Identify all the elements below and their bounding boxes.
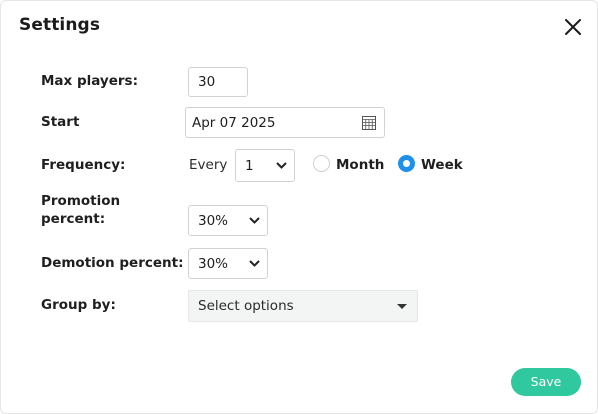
- max-players-label: Max players:: [41, 73, 138, 89]
- chevron-down-icon: [276, 162, 287, 169]
- dialog-title: Settings: [19, 15, 101, 35]
- group-by-placeholder: Select options: [198, 298, 294, 314]
- demotion-percent-select[interactable]: 30%: [188, 248, 268, 279]
- start-label: Start: [41, 114, 80, 130]
- radio-week[interactable]: [398, 155, 415, 172]
- promotion-label-line1: Promotion: [41, 193, 121, 209]
- chevron-down-icon: [249, 260, 260, 267]
- promotion-percent-select[interactable]: 30%: [188, 205, 268, 236]
- close-icon-graphic: [565, 19, 581, 35]
- promotion-percent-value: 30%: [198, 212, 229, 229]
- max-players-input[interactable]: 30: [188, 67, 248, 97]
- chevron-down-icon: [249, 217, 260, 224]
- settings-dialog: Settings Max players: 30 Start Apr 07 20…: [0, 0, 598, 414]
- frequency-every-value: 1: [245, 157, 254, 174]
- demotion-percent-value: 30%: [198, 255, 229, 272]
- radio-week-label[interactable]: Week: [421, 157, 463, 173]
- radio-month-label[interactable]: Month: [336, 157, 384, 173]
- group-by-select[interactable]: Select options: [188, 290, 418, 322]
- frequency-label: Frequency:: [41, 157, 126, 173]
- save-button[interactable]: Save: [511, 368, 581, 396]
- caret-down-icon: [397, 303, 407, 309]
- promotion-label-line2: percent:: [41, 211, 106, 227]
- demotion-label: Demotion percent:: [41, 255, 184, 271]
- start-date-input[interactable]: Apr 07 2025: [185, 107, 385, 138]
- calendar-icon[interactable]: [362, 115, 376, 130]
- frequency-every-select[interactable]: 1: [235, 149, 295, 182]
- start-date-value: Apr 07 2025: [192, 114, 276, 131]
- group-by-label: Group by:: [41, 297, 116, 313]
- radio-month[interactable]: [313, 155, 330, 172]
- frequency-every-text: Every: [189, 157, 228, 173]
- close-icon[interactable]: [561, 15, 585, 39]
